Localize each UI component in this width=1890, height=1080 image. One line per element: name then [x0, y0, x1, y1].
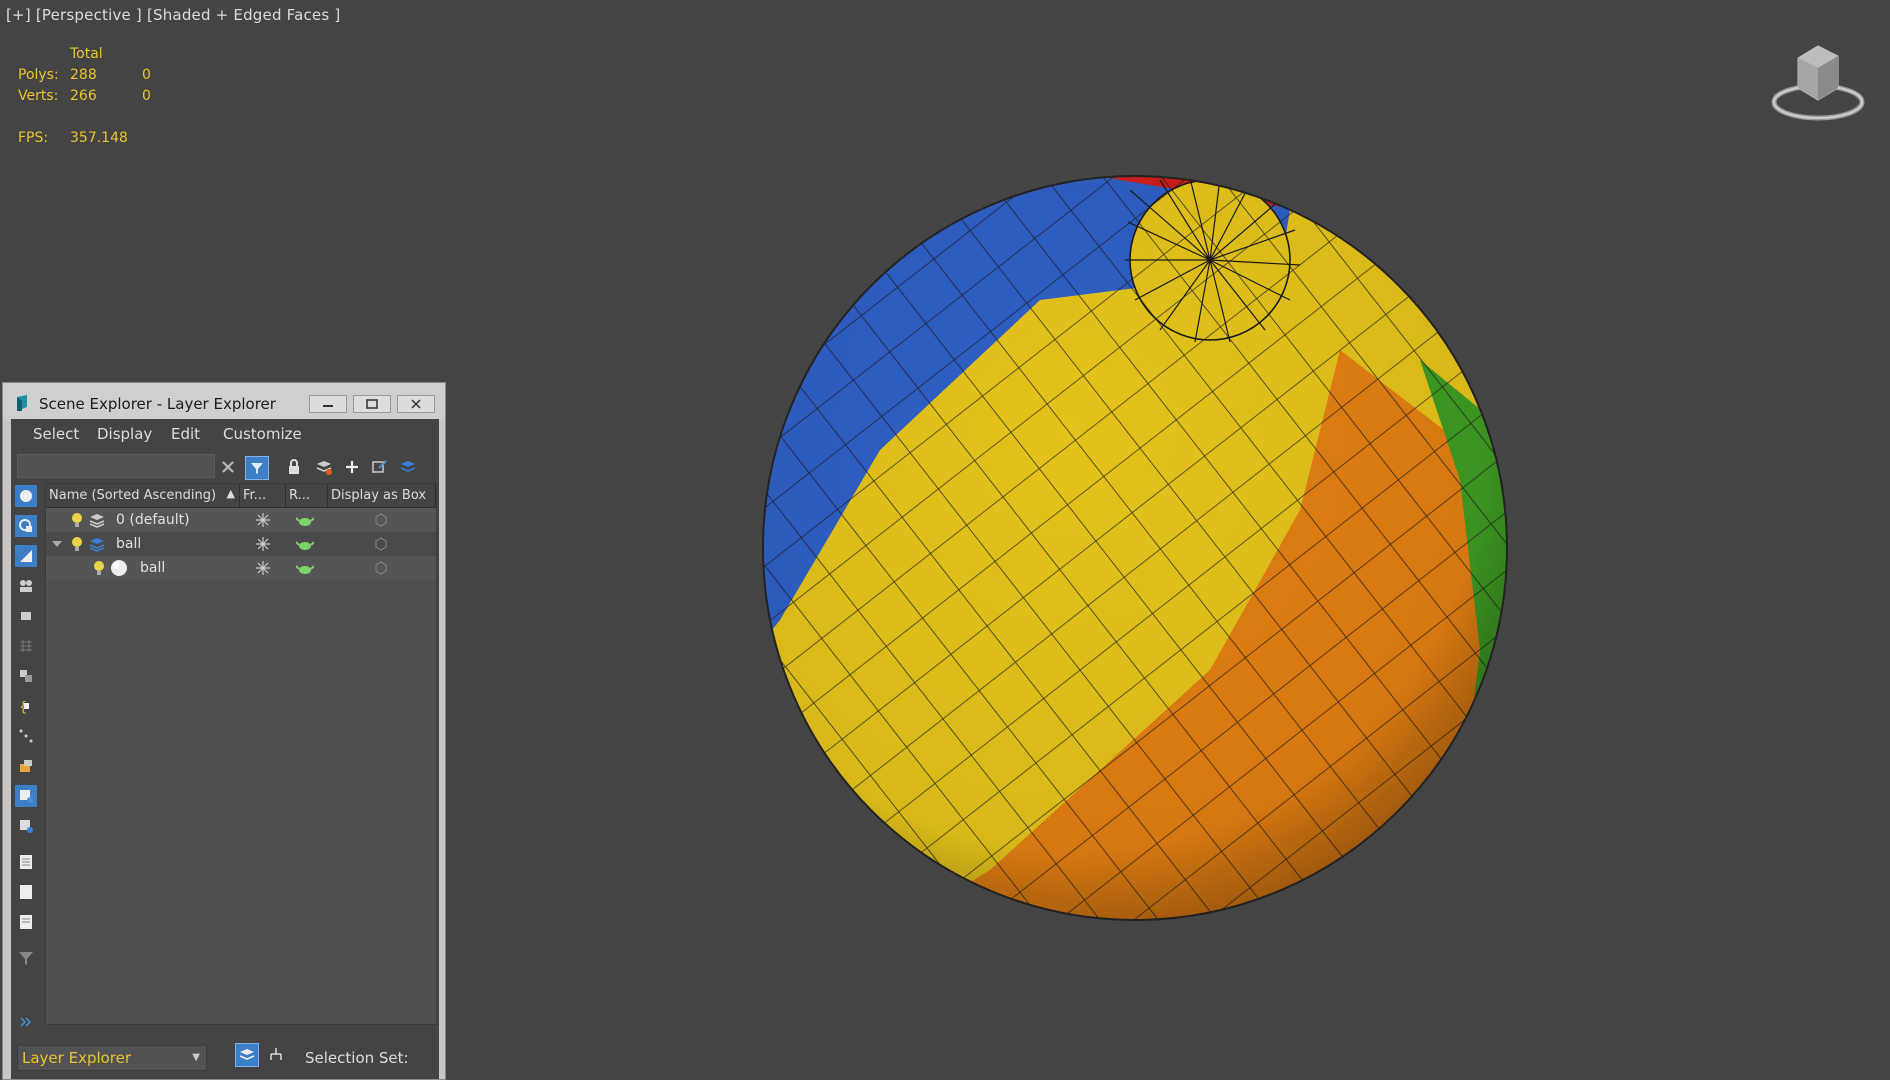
- select-in-layer-icon[interactable]: [397, 456, 419, 478]
- row-name: ball: [116, 536, 142, 552]
- render-teapot-icon[interactable]: [296, 511, 314, 529]
- restore-button[interactable]: [353, 395, 391, 413]
- verts-selected: 0: [142, 88, 151, 104]
- clear-search-icon[interactable]: [217, 456, 239, 478]
- verts-total: 266: [70, 88, 97, 104]
- stats-header: Total: [70, 46, 103, 62]
- display-xrefs-icon[interactable]: {: [15, 695, 37, 717]
- light-bulb-icon[interactable]: [68, 535, 86, 553]
- display-spacewarps-icon[interactable]: [15, 635, 37, 657]
- fps-value: 357.148: [70, 130, 128, 146]
- menu-edit[interactable]: Edit: [171, 425, 200, 443]
- viewcube-icon[interactable]: [1768, 40, 1868, 125]
- add-to-layer-icon[interactable]: [369, 456, 391, 478]
- display-children-icon[interactable]: [15, 785, 37, 807]
- display-none-icon[interactable]: [15, 881, 37, 903]
- verts-label: Verts:: [18, 88, 59, 104]
- close-icon: [411, 399, 421, 409]
- explorer-bottom-bar: Layer Explorer ▼ Selection Set:: [11, 1031, 439, 1079]
- polys-label: Polys:: [18, 67, 59, 83]
- new-layer-icon[interactable]: [313, 456, 335, 478]
- sphere-object-icon: [110, 559, 128, 577]
- layer-tree[interactable]: Name (Sorted Ascending) ▲ Fr... R... Dis…: [45, 483, 437, 1025]
- window-titlebar[interactable]: Scene Explorer - Layer Explorer: [3, 383, 445, 419]
- explorer-toolbar: [11, 449, 439, 483]
- selection-set-label: Selection Set:: [305, 1049, 409, 1067]
- polys-total: 288: [70, 67, 97, 83]
- light-bulb-icon[interactable]: [90, 559, 108, 577]
- column-header-freeze[interactable]: Fr...: [240, 484, 286, 508]
- restore-icon: [366, 399, 378, 409]
- sort-ascending-icon: ▲: [226, 487, 235, 500]
- display-box-icon[interactable]: [372, 535, 390, 553]
- lock-icon[interactable]: [283, 456, 305, 478]
- filter-funnel-icon[interactable]: [15, 947, 37, 969]
- display-groups-icon[interactable]: [15, 665, 37, 687]
- display-geometry-icon[interactable]: [15, 485, 37, 507]
- menu-display[interactable]: Display: [97, 425, 152, 443]
- display-helpers-icon[interactable]: [15, 605, 37, 627]
- menu-customize[interactable]: Customize: [223, 425, 302, 443]
- display-all-icon[interactable]: [15, 851, 37, 873]
- tree-row[interactable]: ball: [46, 556, 436, 580]
- explorer-mode-value: Layer Explorer: [22, 1049, 132, 1067]
- layer-stack-icon: [88, 511, 106, 529]
- explorer-mode-dropdown[interactable]: Layer Explorer ▼: [17, 1045, 207, 1071]
- explorer-side-toolbar: {: [11, 483, 43, 1043]
- column-header-name[interactable]: Name (Sorted Ascending) ▲: [46, 484, 240, 508]
- menu-select[interactable]: Select: [33, 425, 79, 443]
- light-bulb-icon[interactable]: [68, 511, 86, 529]
- freeze-snowflake-icon[interactable]: [254, 535, 272, 553]
- render-teapot-icon[interactable]: [296, 559, 314, 577]
- display-references-icon[interactable]: [15, 815, 37, 837]
- display-shapes-icon[interactable]: [15, 515, 37, 537]
- column-header-display-as-box[interactable]: Display as Box: [328, 484, 436, 508]
- chevron-down-icon: ▼: [192, 1052, 200, 1063]
- display-cameras-icon[interactable]: [15, 575, 37, 597]
- display-particles-icon[interactable]: [15, 755, 37, 777]
- fps-label: FPS:: [18, 130, 49, 146]
- tree-row[interactable]: ball: [46, 532, 436, 556]
- row-name: 0 (default): [116, 512, 190, 528]
- freeze-snowflake-icon[interactable]: [254, 511, 272, 529]
- render-teapot-icon[interactable]: [296, 535, 314, 553]
- explorer-menubar: Select Display Edit Customize: [11, 419, 439, 449]
- viewport-label[interactable]: [+] [Perspective ] [Shaded + Edged Faces…: [6, 6, 340, 24]
- polys-selected: 0: [142, 67, 151, 83]
- display-bones-icon[interactable]: [15, 725, 37, 747]
- filter-toggle-icon[interactable]: [245, 456, 269, 480]
- minimize-button[interactable]: [309, 395, 347, 413]
- row-name: ball: [140, 560, 166, 576]
- expand-chevron-icon[interactable]: [15, 1011, 37, 1033]
- window-title: Scene Explorer - Layer Explorer: [39, 395, 276, 413]
- display-box-icon[interactable]: [372, 559, 390, 577]
- explorer-body: Select Display Edit Customize {Name (So…: [11, 419, 439, 1079]
- expand-triangle-icon[interactable]: [48, 535, 66, 553]
- search-input[interactable]: [17, 454, 215, 478]
- scene-explorer-window[interactable]: Scene Explorer - Layer Explorer Select D…: [2, 382, 446, 1080]
- display-box-icon[interactable]: [372, 511, 390, 529]
- tree-row[interactable]: 0 (default): [46, 508, 436, 532]
- column-header-name-label: Name (Sorted Ascending): [49, 488, 217, 503]
- app-logo-icon: [17, 395, 27, 411]
- freeze-snowflake-icon[interactable]: [254, 559, 272, 577]
- display-lights-icon[interactable]: [15, 545, 37, 567]
- beach-ball-model[interactable]: [740, 150, 1530, 950]
- sort-by-hierarchy-icon[interactable]: [265, 1043, 287, 1065]
- column-header-render[interactable]: R...: [286, 484, 328, 508]
- add-icon[interactable]: [341, 456, 363, 478]
- layer-stack-icon: [88, 535, 106, 553]
- minimize-icon: [323, 405, 333, 407]
- display-invert-icon[interactable]: [15, 911, 37, 933]
- close-button[interactable]: [397, 395, 435, 413]
- sort-by-layer-icon[interactable]: [235, 1043, 259, 1067]
